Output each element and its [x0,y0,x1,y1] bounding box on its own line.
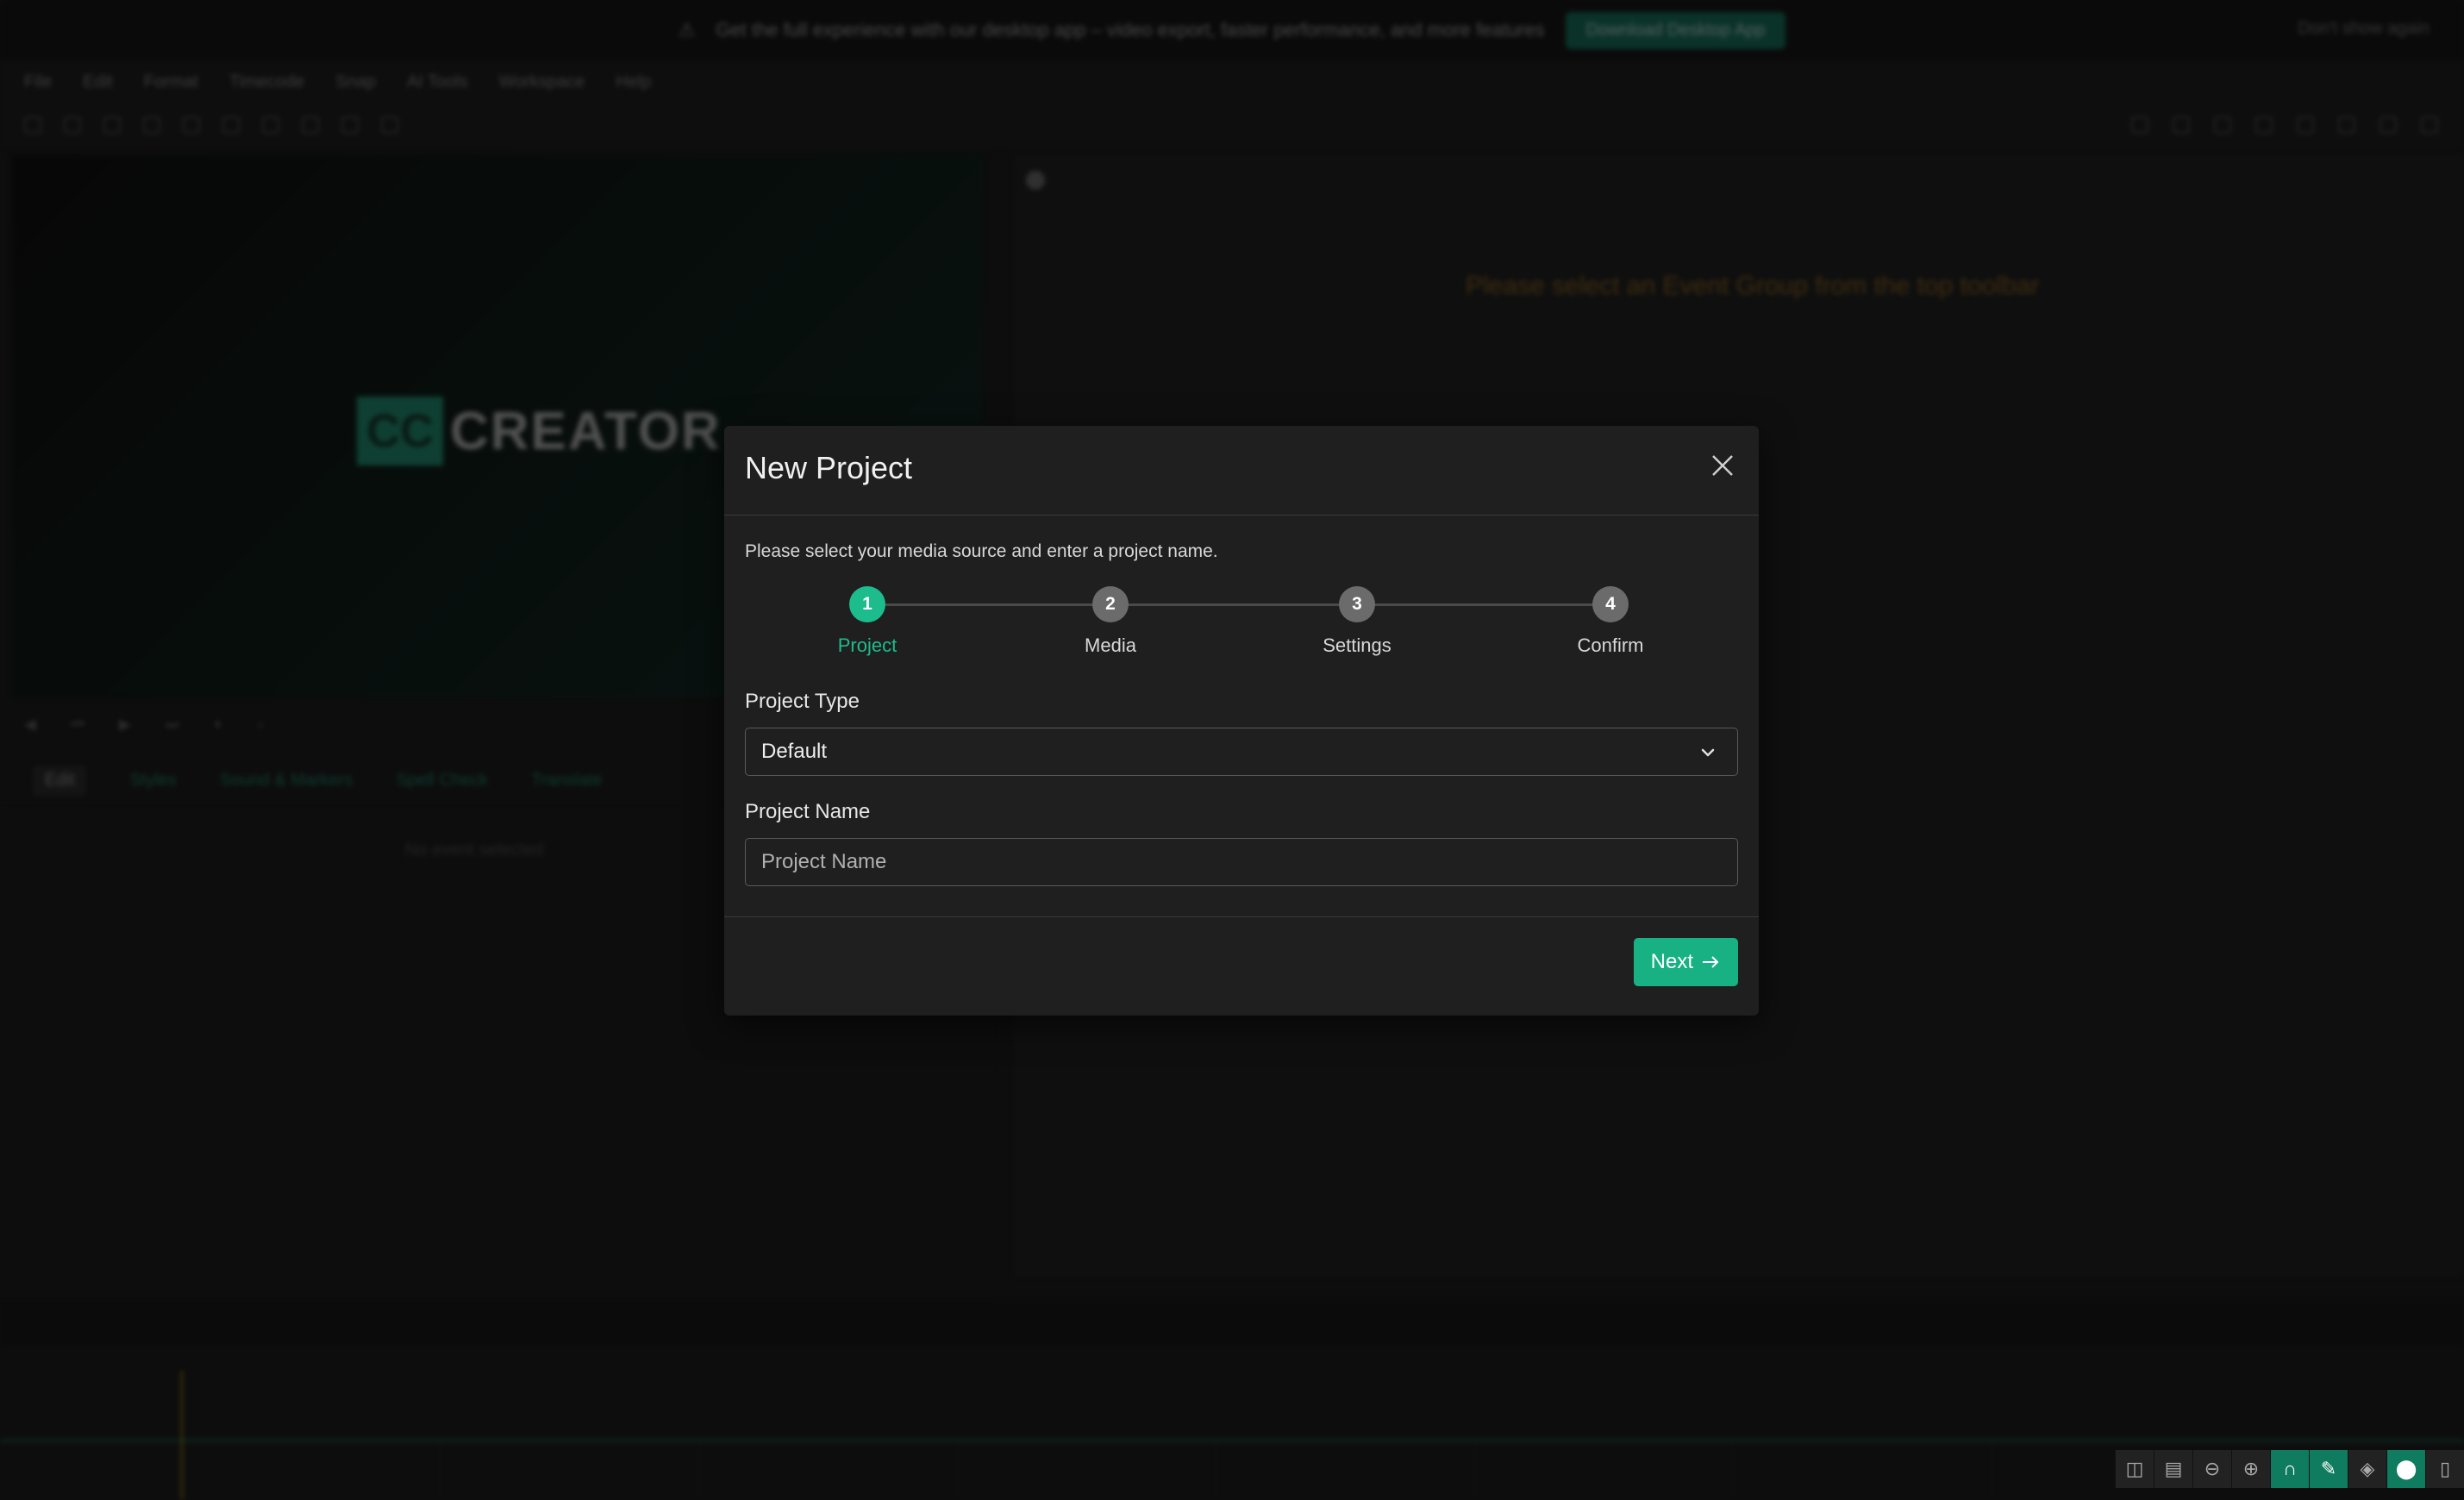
step-label: Confirm [1577,634,1644,656]
step-number: 1 [849,586,885,622]
step-media: 2 Media [1024,586,1197,657]
close-icon[interactable] [1705,448,1740,483]
next-button[interactable]: Next [1633,938,1738,986]
layers-icon[interactable]: ◈ [2348,1450,2386,1488]
dialog-body: Please select your media source and ente… [724,516,1759,917]
dialog-header: New Project [724,426,1759,516]
new-project-dialog: New Project Please select your media sou… [724,426,1759,1016]
project-type-value: Default [761,740,828,763]
step-label: Media [1085,634,1136,656]
dialog-footer: Next [724,917,1759,1014]
marker-icon[interactable]: ⬤ [2386,1450,2425,1488]
arrow-right-icon [1703,956,1719,968]
magnet-icon[interactable]: ∩ [2270,1450,2309,1488]
close-icon-svg [1712,455,1733,476]
step-label: Project [837,634,897,656]
caption-icon[interactable]: ▤ [2154,1450,2192,1488]
project-name-label: Project Name [745,800,871,823]
chevron-down-icon [1701,748,1715,757]
project-type-select[interactable]: Default [745,728,1738,776]
step-confirm: 4 Confirm [1524,586,1697,657]
next-button-label: Next [1650,950,1693,973]
timeline-tools: ◫ ▤ ⊖ ⊕ ∩ ✎ ◈ ⬤ ▯ [2115,1450,2464,1488]
progress-stepper: 1 Project 2 Media 3 Settings 4 Confirm [724,586,1759,664]
step-number: 3 [1339,586,1375,622]
step-label: Settings [1323,634,1391,656]
project-name-input[interactable] [745,838,1738,886]
split-icon[interactable]: ◫ [2115,1450,2154,1488]
zoom-out-icon[interactable]: ⊖ [2192,1450,2231,1488]
step-number: 4 [1592,586,1629,622]
zoom-in-icon[interactable]: ⊕ [2231,1450,2270,1488]
app-root: ⚠ Get the full experience with our deskt… [0,0,2464,1500]
step-settings: 3 Settings [1271,586,1443,657]
more-icon[interactable]: ▯ [2425,1450,2464,1488]
step-project: 1 Project [781,586,954,657]
dialog-instructions: Please select your media source and ente… [745,541,1218,561]
dialog-title: New Project [745,450,913,485]
pencil-icon[interactable]: ✎ [2309,1450,2348,1488]
step-number: 2 [1092,586,1129,622]
project-type-label: Project Type [745,690,860,713]
